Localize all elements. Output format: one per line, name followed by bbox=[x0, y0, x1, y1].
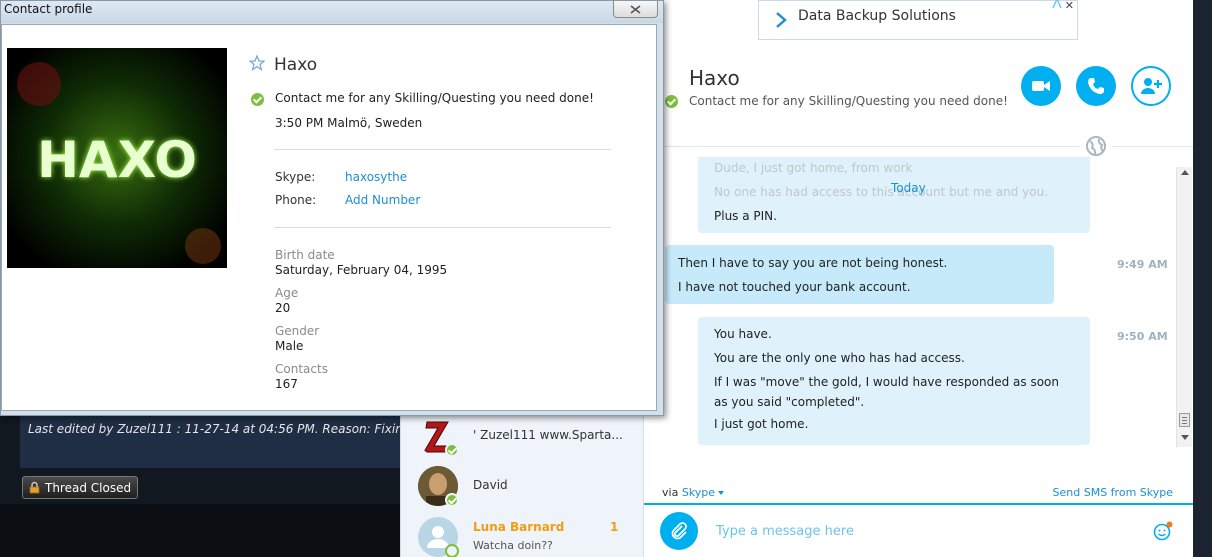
chat-contact-name: Haxo bbox=[689, 66, 740, 90]
send-sms-link[interactable]: Send SMS from Skype bbox=[1053, 486, 1173, 499]
forum-post bbox=[20, 412, 400, 468]
profile-location: 3:50 PM Malmö, Sweden bbox=[275, 116, 423, 130]
chat-panel: Data Backup Solutions ✕ Haxo Contact me … bbox=[643, 0, 1194, 557]
phone-label: Phone: bbox=[275, 193, 317, 207]
divider bbox=[644, 146, 1080, 147]
message-input[interactable] bbox=[716, 521, 1136, 541]
window-titlebar[interactable]: Contact profile bbox=[1, 1, 663, 23]
thread-closed-button[interactable]: Thread Closed bbox=[22, 476, 139, 499]
avatar-decor bbox=[17, 62, 61, 106]
message-text: I just got home. bbox=[714, 417, 809, 431]
window-close-button[interactable] bbox=[613, 1, 658, 18]
message-text: Dude, I just got home, from work bbox=[714, 161, 913, 175]
add-number-link[interactable]: Add Number bbox=[345, 193, 420, 207]
contact-last-message: Watcha doin?? bbox=[473, 539, 553, 552]
message-timestamp: 9:49 AM bbox=[1117, 258, 1168, 271]
list-item-contact[interactable]: Luna Barnard Watcha doin?? 1 bbox=[401, 514, 644, 557]
message-text: If I was "move" the gold, I would have r… bbox=[714, 375, 1059, 389]
window-edge bbox=[1193, 0, 1212, 557]
scroll-thumb[interactable] bbox=[1179, 413, 1190, 427]
profile-avatar: HAXO HAXO bbox=[7, 48, 227, 268]
divider bbox=[274, 149, 611, 150]
gender-label: Gender bbox=[275, 324, 320, 338]
contact-name: ' Zuzel111 www.Sparta... bbox=[473, 428, 623, 442]
gender-value: Male bbox=[275, 339, 304, 353]
ad-close-icon[interactable]: ✕ bbox=[1065, 0, 1074, 12]
add-person-button[interactable] bbox=[1131, 66, 1171, 106]
paperclip-icon bbox=[671, 522, 687, 540]
divider bbox=[274, 227, 611, 228]
presence-online-icon bbox=[445, 493, 459, 507]
birth-date-label: Birth date bbox=[275, 248, 335, 262]
compose-divider bbox=[644, 503, 1194, 505]
message-text: Then I have to say you are not being hon… bbox=[678, 256, 948, 270]
presence-online-icon bbox=[665, 95, 678, 108]
favorite-star-icon[interactable] bbox=[249, 55, 265, 71]
edit-note: Last edited by Zuzel111 : 11-27-14 at 04… bbox=[28, 422, 400, 436]
ad-text: Data Backup Solutions bbox=[798, 8, 956, 24]
message-text: Plus a PIN. bbox=[714, 209, 777, 223]
message-bubble-sent: You have. You are the only one who has h… bbox=[698, 317, 1090, 445]
scroll-up-icon[interactable] bbox=[1181, 170, 1189, 175]
chevron-down-icon bbox=[718, 491, 725, 495]
contacts-value: 167 bbox=[275, 377, 298, 391]
age-value: 20 bbox=[275, 301, 291, 315]
list-item-contact[interactable]: ' Zuzel111 www.Sparta... bbox=[401, 413, 644, 459]
contact-name: Luna Barnard bbox=[473, 520, 565, 534]
avatar-text: HAXO bbox=[37, 131, 197, 189]
forum-footer bbox=[0, 504, 400, 557]
skype-label: Skype: bbox=[275, 170, 316, 184]
message-bubble-received: Then I have to say you are not being hon… bbox=[665, 245, 1054, 304]
message-text: I have not touched your bank account. bbox=[678, 280, 911, 294]
close-icon bbox=[630, 4, 641, 14]
chevron-right-icon bbox=[776, 12, 787, 28]
via-link[interactable]: Skype bbox=[682, 486, 715, 499]
add-person-icon bbox=[1141, 78, 1162, 94]
contact-name: David bbox=[473, 478, 508, 492]
window-title: Contact profile bbox=[4, 2, 93, 16]
age-label: Age bbox=[275, 286, 299, 300]
phone-icon bbox=[1088, 78, 1104, 94]
ad-choices-icon[interactable] bbox=[1051, 0, 1063, 8]
via-prefix: via bbox=[662, 486, 679, 499]
message-text: as you said "completed". bbox=[714, 395, 865, 409]
profile-body: HAXO HAXO Haxo Contact me for any Skilli… bbox=[1, 24, 657, 411]
avatar-decor bbox=[185, 228, 221, 264]
list-item-contact[interactable]: David bbox=[401, 463, 644, 509]
emoticon-icon[interactable] bbox=[1153, 521, 1173, 541]
message-history: Dude, I just got home, from work No one … bbox=[644, 157, 1176, 447]
presence-online-icon bbox=[251, 93, 264, 106]
attach-button[interactable] bbox=[660, 512, 698, 550]
presence-online-icon bbox=[445, 443, 459, 457]
presence-away-icon bbox=[445, 544, 459, 557]
globe-icon[interactable] bbox=[1085, 135, 1107, 157]
message-bubble-sent: Dude, I just got home, from work No one … bbox=[698, 157, 1090, 233]
scroll-down-icon[interactable] bbox=[1181, 435, 1189, 440]
message-scrollbar[interactable] bbox=[1176, 167, 1192, 447]
message-timestamp: 9:50 AM bbox=[1117, 330, 1168, 343]
divider bbox=[1112, 146, 1194, 147]
via-selector[interactable]: via Skype bbox=[662, 486, 725, 499]
profile-name: Haxo bbox=[274, 55, 318, 75]
video-camera-icon bbox=[1032, 81, 1050, 91]
message-text: You have. bbox=[714, 327, 772, 341]
contacts-label: Contacts bbox=[275, 362, 328, 376]
unread-count-badge: 1 bbox=[610, 520, 619, 534]
skype-name-link[interactable]: haxosythe bbox=[345, 170, 407, 184]
profile-mood: Contact me for any Skilling/Questing you… bbox=[275, 91, 594, 105]
voice-call-button[interactable] bbox=[1076, 66, 1116, 106]
contact-profile-window: Contact profile HAXO HAXO Haxo Contact m… bbox=[0, 0, 664, 416]
message-text: You are the only one who has had access. bbox=[714, 351, 965, 365]
ad-banner[interactable]: Data Backup Solutions ✕ bbox=[758, 0, 1078, 40]
date-divider: Today bbox=[891, 181, 926, 195]
birth-date-value: Saturday, February 04, 1995 bbox=[275, 263, 448, 277]
video-call-button[interactable] bbox=[1021, 66, 1061, 106]
thread-closed-label: Thread Closed bbox=[45, 480, 132, 495]
lock-icon bbox=[29, 481, 40, 494]
chat-contact-mood: Contact me for any Skilling/Questing you… bbox=[689, 94, 1008, 108]
